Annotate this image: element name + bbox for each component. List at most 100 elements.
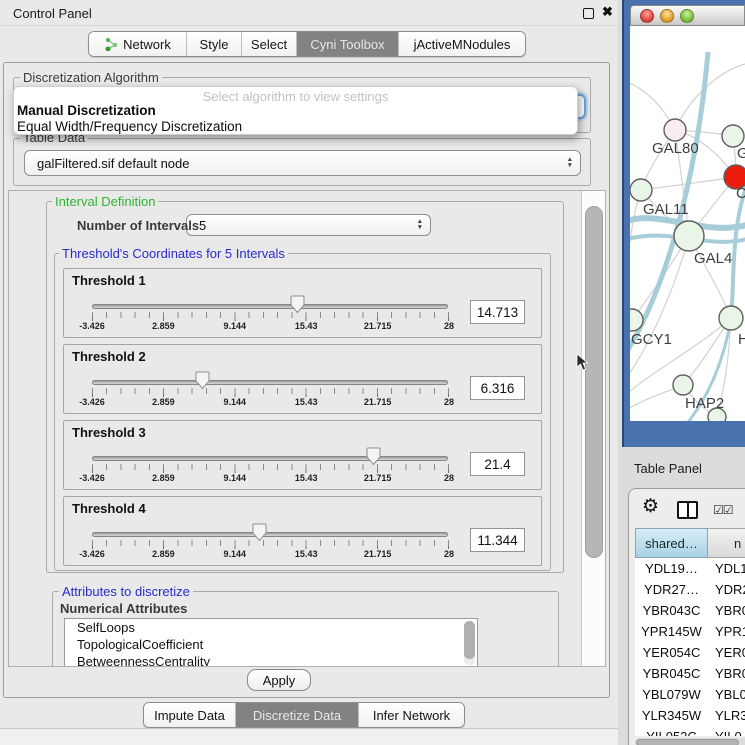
threshold-4-panel: Threshold 4 -3.4262.8599.14415.4321.7152… — [63, 496, 542, 566]
discretization-algorithm-group-title: Discretization Algorithm — [20, 70, 162, 85]
threshold-3-value-field[interactable]: 21.4 — [470, 452, 525, 476]
table-body[interactable]: YDL19…YDL1 YDR27…YDR2 YBR043CYBR0 YPR145… — [635, 558, 745, 736]
threshold-1-slider-thumb[interactable] — [290, 295, 305, 314]
scrollbar-thumb[interactable] — [636, 739, 739, 745]
attributes-group-title: Attributes to discretize — [59, 584, 193, 599]
node-top-right — [722, 125, 744, 147]
thresholds-group-title: Threshold's Coordinates for 5 Intervals — [59, 246, 288, 261]
number-of-intervals-spinner[interactable]: 5 ▲▼ — [186, 214, 431, 236]
table-row[interactable]: YBL079WYBL0 — [635, 684, 745, 705]
node-label: GAL11 — [643, 201, 689, 218]
zoom-traffic-light-icon[interactable] — [680, 9, 694, 23]
tab-impute-data[interactable]: Impute Data — [144, 703, 235, 727]
algorithm-dropdown-popup: Select algorithm to view settings Manual… — [13, 86, 578, 135]
table-row[interactable]: YBR045CYBR0 — [635, 663, 745, 684]
apply-button[interactable]: Apply — [247, 669, 311, 691]
split-columns-icon[interactable] — [677, 501, 698, 519]
minimize-traffic-light-icon[interactable] — [660, 9, 674, 23]
node-label: GAL4 — [694, 250, 732, 267]
threshold-3-slider-thumb[interactable] — [366, 447, 381, 466]
combo-arrows-icon: ▲▼ — [567, 151, 573, 175]
ruler-minor-ticks — [92, 540, 449, 546]
ruler-minor-ticks — [92, 464, 449, 470]
cyni-bottom-tab-bar: Impute Data Discretize Data Infer Networ… — [143, 702, 465, 728]
threshold-2-value-field[interactable]: 6.316 — [470, 376, 525, 400]
tab-select[interactable]: Select — [241, 32, 296, 56]
threshold-3-label: Threshold 3 — [72, 425, 146, 440]
threshold-3-panel: Threshold 3 -3.4262.8599.14415.4321.7152… — [63, 420, 542, 490]
numerical-attributes-label: Numerical Attributes — [57, 601, 190, 616]
popup-item-manual-discretization[interactable]: Manual Discretization — [17, 103, 156, 118]
list-item[interactable]: SelfLoops — [65, 619, 477, 636]
numerical-attributes-list[interactable]: SelfLoops TopologicalCoefficient Between… — [64, 618, 478, 667]
number-of-intervals-label: Number of Intervals — [74, 218, 202, 233]
threshold-2-label: Threshold 2 — [72, 349, 146, 364]
spinner-arrows-icon: ▲▼ — [417, 215, 423, 235]
list-scrollbar[interactable] — [464, 621, 475, 665]
node-label: GCY1 — [631, 331, 672, 348]
table-panel-title: Table Panel — [634, 461, 702, 476]
table-row[interactable]: YER054CYER0 — [635, 642, 745, 663]
node-label: C — [736, 185, 745, 202]
table-row[interactable]: YLR345WYLR3 — [635, 705, 745, 726]
screenshot-root: Control Panel ✖ Network Style Select Cyn… — [0, 0, 745, 745]
control-panel-titlebar: Control Panel ✖ — [0, 0, 618, 26]
threshold-4-slider-thumb[interactable] — [252, 523, 267, 542]
table-horizontal-scrollbar[interactable] — [635, 738, 745, 745]
scrollbar-thumb[interactable] — [585, 206, 603, 558]
select-columns-icon[interactable]: ☑☑ — [713, 503, 733, 517]
threshold-4-tick-labels: -3.4262.8599.14415.4321.71528 — [92, 549, 449, 561]
tab-network[interactable]: Network — [89, 32, 186, 56]
settings-scroll-viewport: Interval Definition Number of Intervals … — [8, 190, 606, 667]
threshold-2-slider-track[interactable] — [92, 380, 448, 385]
mouse-cursor — [576, 353, 589, 372]
threshold-1-value-field[interactable]: 14.713 — [470, 300, 525, 324]
table-data-combobox[interactable]: galFiltered.sif default node ▲▼ — [24, 150, 581, 176]
node-right — [719, 306, 743, 330]
control-panel-window: Control Panel ✖ Network Style Select Cyn… — [0, 0, 618, 745]
interval-definition-title: Interval Definition — [52, 194, 158, 209]
threshold-2-slider-thumb[interactable] — [195, 371, 210, 390]
ruler-minor-ticks — [92, 388, 449, 394]
popup-hint: Select algorithm to view settings — [14, 89, 577, 104]
column-header-shared[interactable]: shared… — [635, 528, 708, 558]
network-nodes[interactable] — [630, 119, 745, 421]
threshold-1-slider-track[interactable] — [92, 304, 448, 309]
network-graph: GAL80 GA C GAL11 GAL4 GCY1 H HAP2 — [630, 26, 745, 421]
table-row[interactable]: YDR27…YDR2 — [635, 579, 745, 600]
tab-jactivemnodules[interactable]: jActiveMNodules — [398, 32, 525, 56]
threshold-3-slider-track[interactable] — [92, 456, 448, 461]
list-item[interactable]: TopologicalCoefficient — [65, 636, 477, 653]
close-icon[interactable]: ✖ — [602, 4, 613, 20]
float-window-icon[interactable] — [583, 8, 594, 19]
tab-infer-network[interactable]: Infer Network — [358, 703, 464, 727]
threshold-2-tick-labels: -3.4262.8599.14415.4321.71528 — [92, 397, 449, 409]
threshold-1-tick-labels: -3.4262.8599.14415.4321.71528 — [92, 321, 449, 333]
tab-discretize-data[interactable]: Discretize Data — [235, 703, 358, 727]
network-window-titlebar[interactable] — [630, 5, 745, 26]
tab-style[interactable]: Style — [186, 32, 241, 56]
network-canvas[interactable]: GAL80 GA C GAL11 GAL4 GCY1 H HAP2 — [630, 26, 745, 421]
tab-cyni-toolbox[interactable]: Cyni Toolbox — [296, 32, 398, 56]
control-panel-footer — [0, 728, 618, 745]
node-gal11 — [630, 179, 652, 201]
table-row[interactable]: YDL19…YDL1 — [635, 558, 745, 579]
node-label: GA — [737, 145, 745, 162]
threshold-4-value-field[interactable]: 11.344 — [470, 528, 525, 552]
node-gal4 — [674, 221, 704, 251]
popup-item-equal-width[interactable]: Equal Width/Frequency Discretization — [17, 119, 242, 134]
threshold-4-label: Threshold 4 — [72, 501, 146, 516]
table-row[interactable]: YIL052CYIL0 — [635, 726, 745, 736]
list-item[interactable]: BetweennessCentrality — [65, 653, 477, 667]
close-traffic-light-icon[interactable] — [640, 9, 654, 23]
node-hap2 — [673, 375, 693, 395]
table-row[interactable]: YPR145WYPR1 — [635, 621, 745, 642]
gear-icon[interactable]: ⚙ — [642, 495, 659, 518]
table-row[interactable]: YBR043CYBR0 — [635, 600, 745, 621]
threshold-1-panel: Threshold 1 -3.4262.8599.14415.4321.7152… — [63, 268, 542, 338]
column-header-name[interactable]: n — [708, 528, 745, 558]
table-data-value: galFiltered.sif default node — [25, 156, 189, 171]
threshold-2-panel: Threshold 2 -3.4262.8599.14415.4321.7152… — [63, 344, 542, 414]
panel-vertical-scrollbar[interactable] — [581, 191, 606, 667]
threshold-4-slider-track[interactable] — [92, 532, 448, 537]
